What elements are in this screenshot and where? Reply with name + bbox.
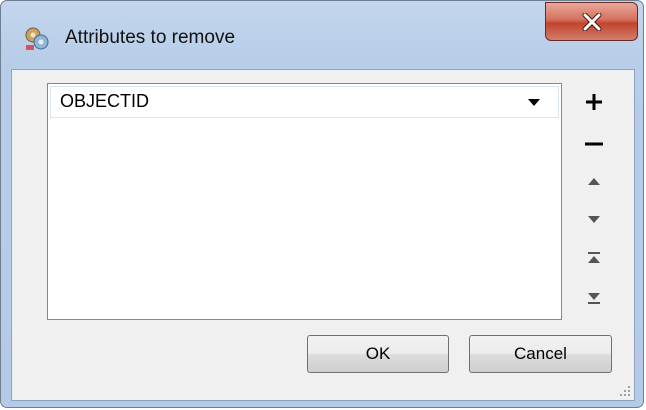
add-button[interactable] — [577, 86, 611, 118]
cancel-button[interactable]: Cancel — [469, 335, 612, 373]
attribute-combo[interactable]: OBJECTID — [50, 86, 559, 118]
attribute-list[interactable]: OBJECTID — [47, 83, 562, 320]
arrow-up-icon — [588, 178, 600, 185]
move-down-button[interactable] — [577, 204, 611, 236]
arrow-bottom-icon — [588, 293, 600, 304]
chevron-down-icon[interactable] — [528, 99, 540, 107]
ok-button[interactable]: OK — [307, 335, 449, 373]
resize-grip-icon[interactable] — [619, 385, 631, 397]
close-icon — [582, 13, 602, 31]
plus-icon — [586, 94, 602, 110]
app-icon — [23, 25, 51, 53]
dialog-client-area: OBJECTID OK Cancel — [11, 69, 635, 401]
remove-button[interactable] — [577, 128, 611, 160]
arrow-down-icon — [588, 216, 600, 223]
dialog-window: Attributes to remove OBJECTID OK Cancel — [0, 0, 644, 408]
arrow-top-icon — [588, 252, 600, 263]
move-bottom-button[interactable] — [577, 282, 611, 314]
attribute-combo-value: OBJECTID — [60, 91, 150, 111]
minus-icon — [585, 142, 603, 146]
window-title: Attributes to remove — [65, 27, 236, 48]
move-up-button[interactable] — [577, 166, 611, 198]
close-button[interactable] — [545, 2, 638, 41]
move-top-button[interactable] — [577, 242, 611, 274]
